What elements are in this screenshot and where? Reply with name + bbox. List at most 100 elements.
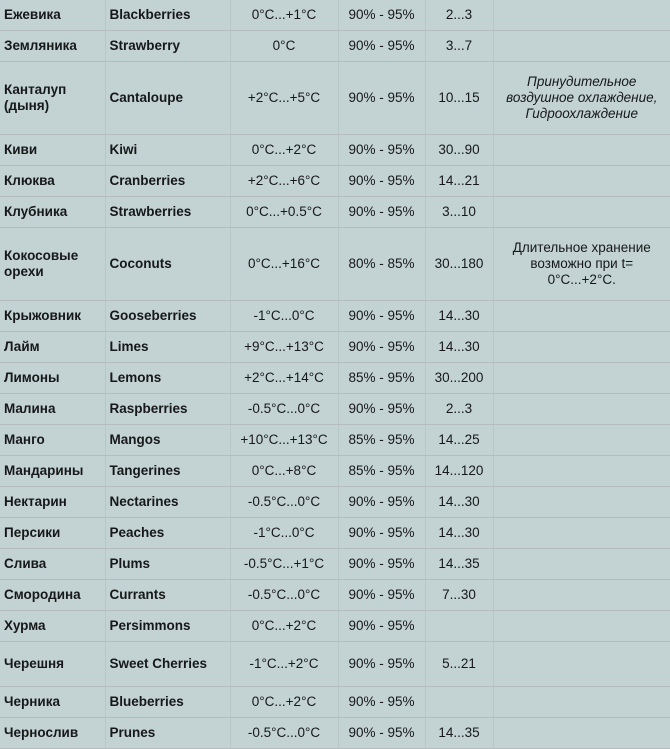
storage-temperature-cell: 0°C...+2°C [230, 610, 339, 642]
shelf-life-days-cell: 14...30 [425, 517, 494, 549]
storage-note-cell [493, 134, 670, 166]
storage-temperature-cell: 0°C...+16°C [230, 227, 339, 301]
relative-humidity-cell: 90% - 95% [338, 517, 426, 549]
storage-note-cell [493, 300, 670, 332]
storage-temperature-cell: -1°C...0°C [230, 517, 339, 549]
relative-humidity-cell: 90% - 95% [338, 0, 426, 31]
produce-name-russian-cell: Чернослив [0, 717, 106, 749]
relative-humidity-cell: 90% - 95% [338, 165, 426, 197]
table-row: Чернослив Prunes -0.5°C...0°C 90% - 95% 14..… [0, 717, 670, 749]
produce-name-russian-cell: Ежевика [0, 0, 106, 31]
storage-note-cell [493, 362, 670, 394]
table-body: Ежевика Blackberries 0°C...+1°C 90% - 95% 2.… [0, 0, 670, 749]
shelf-life-days-cell: 2...3 [425, 0, 494, 31]
storage-temperature-cell: -1°C...+2°C [230, 641, 339, 687]
table-row: Смородина Currants -0.5°C...0°C 90% - 95% 7.… [0, 579, 670, 611]
storage-note-cell [493, 641, 670, 687]
storage-note-cell [493, 610, 670, 642]
storage-note-cell [493, 0, 670, 31]
shelf-life-days-cell: 14...30 [425, 331, 494, 363]
table-row: Малина Raspberries -0.5°C...0°C 90% - 95% 2.… [0, 393, 670, 425]
storage-temperature-cell: +2°C...+14°C [230, 362, 339, 394]
produce-name-english-cell: Nectarines [105, 486, 231, 518]
table-row: Лимоны Lemons +2°C...+14°C 85% - 95% 30...20… [0, 362, 670, 394]
storage-temperature-cell: +2°C...+6°C [230, 165, 339, 197]
produce-name-russian-cell: Персики [0, 517, 106, 549]
produce-name-english-cell: Mangos [105, 424, 231, 456]
storage-temperature-cell: +10°C...+13°C [230, 424, 339, 456]
storage-temperature-cell: 0°C...+2°C [230, 134, 339, 166]
table-row: Клубника Strawberries 0°C...+0.5°C 90% - 95… [0, 196, 670, 228]
produce-name-russian-cell: Малина [0, 393, 106, 425]
produce-name-english-cell: Limes [105, 331, 231, 363]
relative-humidity-cell: 90% - 95% [338, 610, 426, 642]
storage-note-cell [493, 331, 670, 363]
produce-name-english-cell: Coconuts [105, 227, 231, 301]
shelf-life-days-cell: 3...10 [425, 196, 494, 228]
shelf-life-days-cell: 10...15 [425, 61, 494, 135]
storage-note-cell [493, 579, 670, 611]
produce-name-russian-cell: Лимоны [0, 362, 106, 394]
storage-note-cell [493, 486, 670, 518]
relative-humidity-cell: 90% - 95% [338, 393, 426, 425]
storage-note-cell: Принудительное воздушное охлаждение, Гид… [493, 61, 670, 135]
produce-name-english-cell: Plums [105, 548, 231, 580]
produce-name-english-cell: Peaches [105, 517, 231, 549]
relative-humidity-cell: 80% - 85% [338, 227, 426, 301]
storage-note-cell [493, 393, 670, 425]
relative-humidity-cell: 85% - 95% [338, 424, 426, 456]
table-row: Крыжовник Gooseberries -1°C...0°C 90% - 95%… [0, 300, 670, 332]
produce-name-english-cell: Kiwi [105, 134, 231, 166]
produce-name-english-cell: Lemons [105, 362, 231, 394]
produce-name-english-cell: Currants [105, 579, 231, 611]
shelf-life-days-cell: 14...35 [425, 717, 494, 749]
relative-humidity-cell: 85% - 95% [338, 362, 426, 394]
table-row: Земляника Strawberry 0°C 90% - 95% 3...7 [0, 30, 670, 62]
storage-note-cell [493, 196, 670, 228]
produce-name-english-cell: Cranberries [105, 165, 231, 197]
storage-note-cell [493, 686, 670, 718]
relative-humidity-cell: 90% - 95% [338, 196, 426, 228]
produce-name-english-cell: Blueberries [105, 686, 231, 718]
storage-temperature-cell: 0°C...+0.5°C [230, 196, 339, 228]
storage-note-cell [493, 165, 670, 197]
shelf-life-days-cell: 30...200 [425, 362, 494, 394]
relative-humidity-cell: 85% - 95% [338, 455, 426, 487]
shelf-life-days-cell: 2...3 [425, 393, 494, 425]
produce-name-russian-cell: Клубника [0, 196, 106, 228]
produce-name-english-cell: Blackberries [105, 0, 231, 31]
storage-note-cell [493, 424, 670, 456]
relative-humidity-cell: 90% - 95% [338, 641, 426, 687]
relative-humidity-cell: 90% - 95% [338, 548, 426, 580]
storage-note-cell [493, 455, 670, 487]
produce-name-english-cell: Tangerines [105, 455, 231, 487]
shelf-life-days-cell: 14...30 [425, 300, 494, 332]
storage-temperature-cell: 0°C...+2°C [230, 686, 339, 718]
relative-humidity-cell: 90% - 95% [338, 686, 426, 718]
table-row: Канталуп (дыня) Cantaloupe +2°C...+5°C 90% … [0, 61, 670, 135]
table-row: Мандарины Tangerines 0°C...+8°C 85% - 95% 14… [0, 455, 670, 487]
storage-temperature-cell: -0.5°C...0°C [230, 393, 339, 425]
produce-name-russian-cell: Крыжовник [0, 300, 106, 332]
shelf-life-days-cell: 5...21 [425, 641, 494, 687]
shelf-life-days-cell: 14...30 [425, 486, 494, 518]
storage-note-cell [493, 30, 670, 62]
shelf-life-days-cell: 3...7 [425, 30, 494, 62]
produce-name-russian-cell: Канталуп (дыня) [0, 61, 106, 135]
storage-temperature-cell: 0°C...+8°C [230, 455, 339, 487]
fruit-storage-conditions-table: Ежевика Blackberries 0°C...+1°C 90% - 95% 2.… [0, 0, 670, 749]
produce-name-russian-cell: Черника [0, 686, 106, 718]
relative-humidity-cell: 90% - 95% [338, 61, 426, 135]
produce-name-english-cell: Prunes [105, 717, 231, 749]
table-row: Кокосовые орехи Coconuts 0°C...+16°C 80% - … [0, 227, 670, 301]
storage-temperature-cell: -0.5°C...0°C [230, 486, 339, 518]
relative-humidity-cell: 90% - 95% [338, 331, 426, 363]
shelf-life-days-cell [425, 610, 494, 642]
produce-name-english-cell: Sweet Cherries [105, 641, 231, 687]
produce-name-english-cell: Strawberries [105, 196, 231, 228]
table-row: Клюква Cranberries +2°C...+6°C 90% - 95% 14.… [0, 165, 670, 197]
table-row: Слива Plums -0.5°C...+1°C 90% - 95% 14...35 [0, 548, 670, 580]
produce-name-english-cell: Strawberry [105, 30, 231, 62]
produce-name-russian-cell: Клюква [0, 165, 106, 197]
shelf-life-days-cell: 14...25 [425, 424, 494, 456]
